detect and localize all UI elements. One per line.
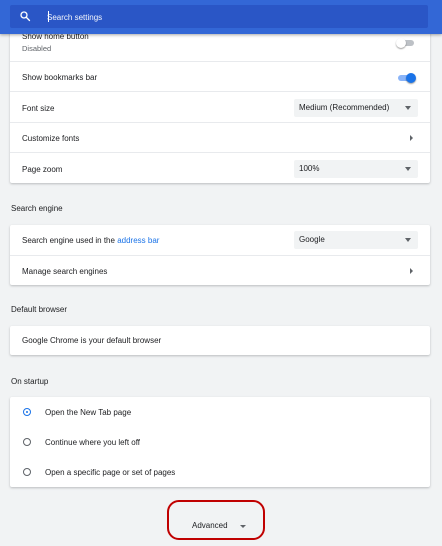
appearance-card: Show home button Disabled Show bookmarks… [10,20,430,183]
dropdown-arrow-icon [405,106,411,110]
startup-option-specific-pages[interactable]: Open a specific page or set of pages [10,457,430,487]
font-size-value: Medium (Recommended) [299,103,390,112]
highlight-annotation [167,500,265,540]
startup-option-label: Open a specific page or set of pages [45,468,176,477]
search-input[interactable] [45,8,409,27]
chevron-right-icon [410,135,413,141]
toggle-knob [406,73,416,83]
page-zoom-select[interactable]: 100% [294,160,418,178]
page-zoom-label: Page zoom [22,165,63,174]
font-size-label: Font size [22,104,55,113]
radio-button-selected[interactable] [23,408,31,416]
toggle-knob [396,38,406,48]
page-zoom-row: Page zoom 100% [10,152,430,184]
startup-option-label: Continue where you left off [45,438,141,447]
manage-search-engines-row[interactable]: Manage search engines [10,255,430,286]
search-engine-label-text: Search engine used in the [22,236,118,245]
search-engine-card: Search engine used in the address bar Go… [10,225,430,285]
startup-option-continue[interactable]: Continue where you left off [10,427,430,457]
search-icon [20,11,31,22]
default-browser-heading: Default browser [11,305,68,314]
search-engine-heading: Search engine [11,204,63,213]
font-size-row: Font size Medium (Recommended) [10,91,430,123]
search-engine-select[interactable]: Google [294,231,418,249]
customize-fonts-row[interactable]: Customize fonts [10,122,430,153]
manage-search-engines-label: Manage search engines [22,267,108,276]
search-engine-value: Google [299,235,325,244]
search-engine-label: Search engine used in the address bar [22,236,159,245]
search-engine-row: Search engine used in the address bar Go… [10,225,430,255]
chevron-right-icon [410,268,413,274]
radio-button[interactable] [23,438,31,446]
default-browser-status: Google Chrome is your default browser [22,336,162,345]
on-startup-card: Open the New Tab page Continue where you… [10,397,430,487]
search-box[interactable] [10,5,428,28]
customize-fonts-label: Customize fonts [22,134,80,143]
bookmarks-bar-label: Show bookmarks bar [22,73,98,82]
home-button-status: Disabled [22,44,52,53]
startup-option-new-tab[interactable]: Open the New Tab page [10,397,430,427]
radio-button[interactable] [23,468,31,476]
startup-option-label: Open the New Tab page [45,408,132,417]
font-size-select[interactable]: Medium (Recommended) [294,99,418,117]
dropdown-arrow-icon [405,238,411,242]
bookmarks-bar-row[interactable]: Show bookmarks bar [10,61,430,92]
default-browser-card: Google Chrome is your default browser [10,326,430,355]
on-startup-heading: On startup [11,377,49,386]
address-bar-link[interactable]: address bar [117,236,159,245]
page-zoom-value: 100% [299,164,320,173]
dropdown-arrow-icon [405,167,411,171]
home-button-toggle[interactable] [396,38,416,48]
settings-header [0,0,442,34]
bookmarks-bar-toggle[interactable] [396,73,416,83]
